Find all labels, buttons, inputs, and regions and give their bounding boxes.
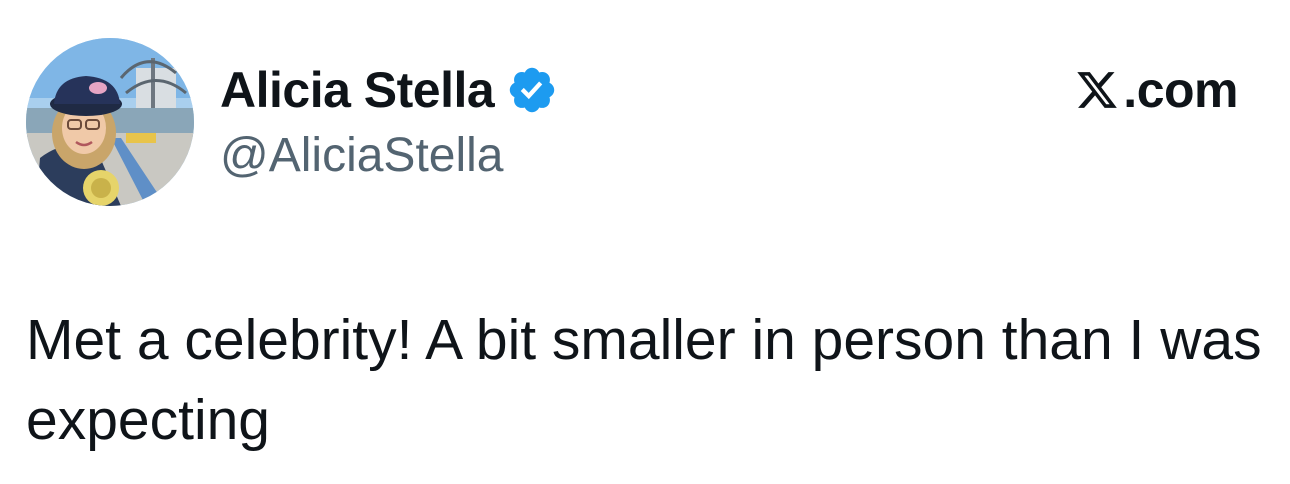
author-display-name[interactable]: Alicia Stella <box>220 60 495 120</box>
source-mark[interactable]: .com <box>1075 58 1238 122</box>
author-name-row: Alicia Stella <box>220 60 558 120</box>
x-logo-icon <box>1075 68 1119 112</box>
tweet-text: Met a celebrity! A bit smaller in person… <box>26 308 1262 452</box>
verified-badge-icon <box>506 64 558 116</box>
source-domain: .com <box>1123 62 1238 118</box>
tweet-card: Alicia Stella @AliciaStella .com Met a c… <box>0 0 1290 484</box>
avatar-photo <box>26 38 194 206</box>
author-avatar[interactable] <box>26 38 194 206</box>
author-handle[interactable]: @AliciaStella <box>220 126 504 186</box>
